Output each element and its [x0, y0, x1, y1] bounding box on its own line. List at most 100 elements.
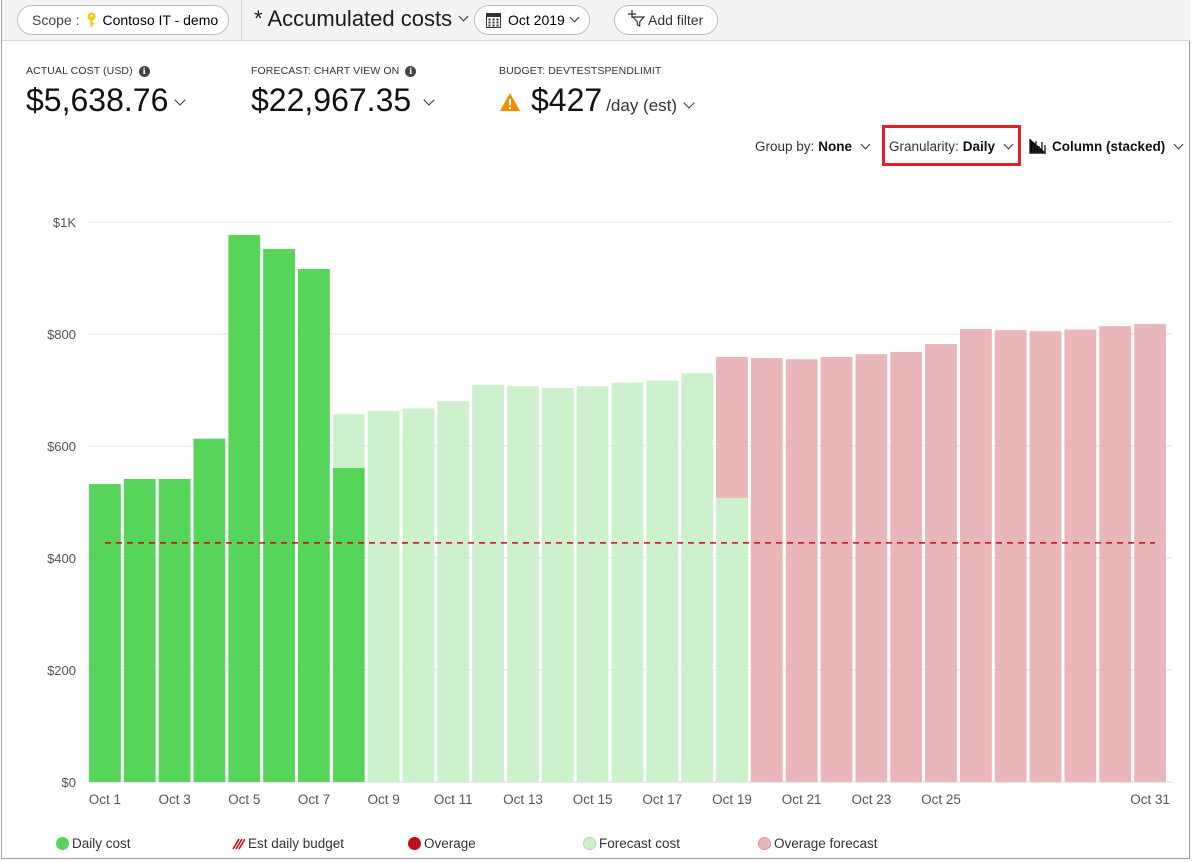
bar-overage-forecast [1064, 329, 1097, 782]
kpi-budget-unit: /day (est) [606, 96, 678, 115]
column-chart-icon [1029, 138, 1047, 154]
kpi-forecast-caption: FORECAST: CHART VIEW ON [251, 65, 400, 77]
kpi-actual-value: $5,638.76 [26, 82, 169, 118]
bar-overage-forecast [750, 358, 783, 782]
bar-daily-cost [298, 269, 330, 782]
x-tick-label: Oct 13 [503, 792, 543, 807]
bar-forecast-cost [646, 380, 679, 782]
bar-overage-forecast [925, 344, 957, 782]
bar-forecast-cost [437, 401, 470, 782]
info-icon[interactable]: i [405, 65, 417, 77]
chart-type-selector[interactable]: Column (stacked) [1029, 133, 1184, 159]
bar-forecast-cost [367, 410, 400, 782]
kpi-actual-caption: ACTUAL COST (USD) [26, 65, 133, 77]
legend-dot-icon [408, 837, 421, 850]
bar-forecast-cost [681, 373, 714, 782]
y-tick-label: $600 [47, 439, 76, 454]
bar-overage-forecast [855, 354, 888, 782]
bar-overage-forecast [785, 359, 818, 782]
toolbar-divider [241, 0, 242, 41]
x-tick-label: Oct 21 [782, 792, 822, 807]
date-range-selector[interactable]: Oct 2019 [474, 5, 590, 35]
info-icon[interactable]: i [138, 65, 150, 77]
x-tick-label: Oct 17 [642, 792, 682, 807]
chevron-down-icon [860, 139, 871, 149]
bar-daily-cost [332, 467, 365, 782]
add-filter-icon [627, 9, 645, 27]
x-tick-label: Oct 11 [434, 792, 473, 807]
bar-overage-forecast [716, 357, 748, 499]
granularity-selector[interactable]: Granularity: Daily [889, 133, 1014, 159]
bar-overage-forecast [1134, 323, 1166, 782]
bar-daily-cost [158, 479, 191, 782]
legend-item[interactable]: Est daily budget [232, 836, 344, 851]
bar-overage-forecast [960, 329, 992, 782]
bar-forecast-cost [332, 414, 365, 468]
legend-item[interactable]: Forecast cost [583, 836, 680, 851]
bar-overage-forecast [1029, 331, 1062, 782]
kpi-actual-value-selector[interactable]: $5,638.76 [26, 82, 187, 119]
calendar-icon [486, 12, 501, 28]
legend-hatch-icon [232, 838, 245, 850]
x-tick-label: Oct 31 [1130, 792, 1170, 807]
legend-dot-icon [758, 837, 771, 850]
legend-label: Overage [424, 836, 476, 851]
granularity-label: Granularity: [889, 138, 959, 154]
legend-dot-icon [583, 837, 596, 850]
kpi-forecast-value-selector[interactable]: $22,967.35 [251, 82, 435, 119]
group-by-label: Group by: [755, 138, 815, 154]
legend-label: Overage forecast [774, 836, 878, 851]
bar-forecast-cost [507, 386, 539, 782]
kpi-budget-value-selector[interactable]: $427 /day (est) [499, 82, 695, 119]
bar-daily-cost [123, 479, 156, 782]
view-title: * Accumulated costs [254, 6, 453, 31]
chevron-down-icon [1003, 139, 1014, 149]
scope-selector[interactable]: Scope : Contoso IT - demo [17, 5, 229, 35]
chevron-down-icon [1173, 139, 1184, 149]
x-tick-label: Oct 5 [228, 792, 260, 807]
group-by-selector[interactable]: Group by: None [755, 133, 871, 159]
legend-label: Daily cost [72, 836, 131, 851]
x-tick-label: Oct 23 [852, 792, 892, 807]
legend-label: Forecast cost [599, 836, 681, 851]
legend-item[interactable]: Overage forecast [758, 836, 878, 851]
bar-daily-cost [263, 248, 295, 782]
legend-dot-icon [56, 837, 69, 850]
add-filter-button[interactable]: Add filter [614, 5, 718, 35]
x-tick-label: Oct 15 [573, 792, 613, 807]
kpi-budget-caption: BUDGET: DEVTESTSPENDLIMIT [499, 65, 662, 77]
bar-overage-forecast [1099, 326, 1132, 782]
bar-forecast-cost [402, 408, 435, 782]
x-tick-label: Oct 7 [298, 792, 330, 807]
toolbar: Scope : Contoso IT - demo * Accumulated … [2, 0, 1190, 41]
scope-label: Scope : [32, 12, 80, 28]
y-tick-label: $800 [47, 327, 76, 342]
group-by-value: None [818, 138, 853, 154]
key-icon [87, 12, 96, 28]
chevron-down-icon [569, 12, 580, 22]
x-tick-label: Oct 9 [367, 792, 399, 807]
bar-forecast-cost [541, 387, 574, 782]
chart-legend: Daily cost Est daily budget Overage Forecas… [2, 836, 1002, 854]
bar-daily-cost [228, 234, 261, 782]
legend-item[interactable]: Daily cost [56, 836, 131, 851]
x-tick-label: Oct 25 [921, 792, 961, 807]
view-selector[interactable]: * Accumulated costs [254, 6, 469, 32]
date-range-value: Oct 2019 [508, 12, 565, 28]
bar-overage-forecast [890, 351, 923, 782]
kpi-forecast: FORECAST: CHART VIEW ON i $22,967.35 [251, 64, 435, 119]
bar-forecast-cost [576, 386, 609, 782]
bar-forecast-cost [611, 382, 644, 782]
bar-forecast-cost [716, 498, 748, 782]
kpi-budget-value: $427 [531, 82, 603, 118]
bar-overage-forecast [994, 330, 1027, 782]
chevron-down-icon [174, 94, 187, 106]
legend-item[interactable]: Overage [408, 836, 476, 851]
cost-chart: $0 $200 $400 $600 $800 $1K Oct 1 Oct 3 Oct 5 Oct … [47, 215, 1173, 807]
kpi-actual-cost: ACTUAL COST (USD) i $5,638.76 [26, 64, 187, 119]
chevron-down-icon [458, 11, 469, 21]
y-tick-label: $200 [47, 663, 76, 678]
x-tick-label: Oct 19 [712, 792, 752, 807]
cost-analysis-panel: Scope : Contoso IT - demo * Accumulated … [1, 0, 1190, 859]
y-tick-label: $0 [62, 775, 76, 790]
